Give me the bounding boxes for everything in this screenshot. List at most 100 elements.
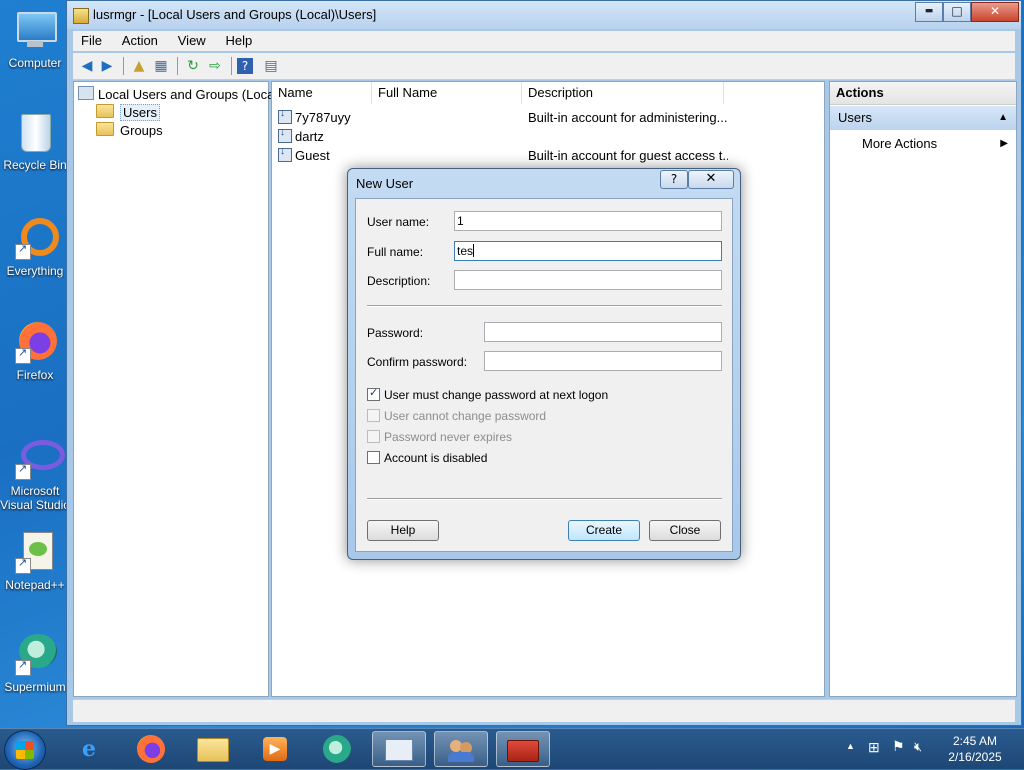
media-player-icon[interactable]: ▶: [248, 731, 302, 767]
description-field[interactable]: [454, 270, 722, 290]
password-field[interactable]: [484, 322, 722, 342]
file-explorer-icon[interactable]: [186, 731, 240, 767]
console-tree: Local Users and Groups (Local) Users Gro…: [73, 81, 282, 697]
tree-node-groups[interactable]: Groups: [96, 122, 163, 138]
supermium-icon[interactable]: [310, 731, 364, 767]
shortcut-arrow-icon: [15, 242, 31, 260]
control-panel-icon[interactable]: [372, 731, 426, 767]
checkbox-icon: [367, 409, 380, 422]
window-titlebar[interactable]: lusrmgr - [Local Users and Groups (Local…: [67, 1, 1021, 29]
desktop-icon-recycle-bin[interactable]: Recycle Bin: [0, 110, 70, 172]
text-caret: [473, 244, 475, 257]
desktop-icon-label: Everything: [6, 264, 64, 278]
clock-time: 2:45 AM: [952, 734, 998, 748]
desktop-icon-notepad-plus-plus[interactable]: Notepad++: [0, 530, 70, 592]
column-header-name[interactable]: Name: [272, 82, 372, 104]
window-title: lusrmgr - [Local Users and Groups (Local…: [93, 7, 377, 22]
tree-node-users[interactable]: Users: [96, 104, 160, 121]
actions-pane: Actions Users ▲ More Actions ▶: [829, 81, 1017, 697]
desktop-icon-everything[interactable]: Everything: [0, 216, 70, 278]
internet-explorer-icon[interactable]: e: [62, 731, 116, 767]
new-user-dialog: New User ? ✕ User name: 1 Full name: tes…: [347, 168, 741, 560]
user-icon: [278, 129, 292, 143]
menu-view[interactable]: View: [170, 31, 214, 48]
firefox-icon[interactable]: [124, 731, 178, 767]
refresh-icon[interactable]: ↻: [183, 56, 203, 76]
menu-help[interactable]: Help: [218, 31, 261, 48]
menu-action[interactable]: Action: [114, 31, 166, 48]
create-button[interactable]: Create: [568, 520, 640, 541]
everything-icon: [13, 216, 59, 260]
desktop-icon-visual-studio[interactable]: Microsoft Visual Studio: [0, 436, 70, 512]
desktop-icon-firefox[interactable]: Firefox: [0, 320, 70, 382]
start-button[interactable]: [4, 730, 46, 770]
table-row[interactable]: Guest Built-in account for guest access …: [272, 147, 824, 166]
table-row[interactable]: dartz: [272, 128, 824, 147]
separator: [367, 305, 722, 307]
dialog-close-button[interactable]: ✕: [688, 170, 734, 189]
collapse-icon[interactable]: ▲: [998, 106, 1008, 130]
confirm-password-field[interactable]: [484, 351, 722, 371]
separator: [367, 498, 722, 500]
show-hide-action-pane-icon[interactable]: ▤: [261, 56, 281, 76]
tree-node-label: Users: [120, 104, 160, 121]
action-center-flag-icon[interactable]: ⚑: [892, 738, 905, 755]
column-header-description[interactable]: Description: [522, 82, 724, 104]
toolbar-separator: [177, 57, 178, 75]
clock-date: 2/16/2025: [948, 750, 1002, 764]
back-arrow-icon[interactable]: ◀: [77, 56, 97, 76]
show-hidden-icons[interactable]: ▲: [846, 741, 855, 751]
account-disabled-checkbox[interactable]: Account is disabled: [367, 451, 487, 465]
desktop-icon-computer[interactable]: Computer: [0, 8, 70, 70]
shortcut-arrow-icon: [15, 556, 31, 574]
tree-node-root[interactable]: Local Users and Groups (Local): [78, 86, 282, 102]
dialog-help-button[interactable]: ?: [660, 170, 688, 189]
computer-management-icon: [78, 86, 94, 100]
actions-header: Actions: [830, 82, 1016, 105]
shortcut-arrow-icon: [15, 658, 31, 676]
minimize-button[interactable]: ▬: [915, 2, 943, 22]
column-header-full-name[interactable]: Full Name: [372, 82, 522, 104]
menu-bar: File Action View Help: [73, 31, 1015, 51]
supermium-icon: [13, 632, 57, 676]
table-row[interactable]: 7y787uyy Built-in account for administer…: [272, 109, 824, 128]
toolbar: ◀ ▶ ▲ ▦ ↻ ⇨ ? ▤: [73, 53, 1015, 80]
maximize-button[interactable]: □: [943, 2, 971, 22]
status-bar: [73, 699, 1015, 722]
checkbox-icon: [367, 430, 380, 443]
folder-icon: [96, 104, 114, 118]
desktop-icon-label: Notepad++: [5, 578, 65, 592]
user-name-field[interactable]: 1: [454, 211, 722, 231]
clock[interactable]: 2:45 AM 2/16/2025: [940, 733, 1010, 765]
close-button[interactable]: ✕: [971, 2, 1019, 22]
recycle-bin-icon: [13, 110, 57, 154]
password-label: Password:: [367, 326, 424, 340]
visual-studio-icon: [13, 436, 65, 480]
menu-file[interactable]: File: [73, 31, 110, 48]
full-name-field[interactable]: tes: [454, 241, 722, 261]
toolbox-icon[interactable]: [496, 731, 550, 767]
actions-section-users[interactable]: Users ▲: [830, 106, 1016, 130]
forward-arrow-icon[interactable]: ▶: [97, 56, 117, 76]
cannot-change-password-checkbox: User cannot change password: [367, 409, 546, 423]
export-list-icon[interactable]: ⇨: [205, 56, 225, 76]
desktop-icon-supermium[interactable]: Supermium: [0, 632, 70, 694]
desktop-icon-label: Microsoft Visual Studio: [0, 484, 70, 512]
help-button[interactable]: Help: [367, 520, 439, 541]
user-name-label: User name:: [367, 215, 430, 229]
desktop-icon-label: Supermium: [4, 680, 66, 694]
must-change-password-checkbox[interactable]: User must change password at next logon: [367, 386, 608, 402]
show-hide-console-tree-icon[interactable]: ▦: [151, 56, 171, 76]
firefox-icon: [13, 320, 57, 364]
network-icon[interactable]: ⊞: [868, 739, 880, 756]
up-folder-icon[interactable]: ▲: [129, 56, 149, 76]
more-actions-item[interactable]: More Actions ▶: [862, 134, 1016, 154]
computer-icon: [13, 8, 57, 52]
help-icon[interactable]: ?: [237, 58, 253, 74]
close-button[interactable]: Close: [649, 520, 721, 541]
dialog-title: New User: [356, 176, 414, 191]
volume-muted-icon[interactable]: 🔇︎: [914, 739, 922, 755]
users-icon[interactable]: [434, 731, 488, 767]
confirm-password-label: Confirm password:: [367, 355, 468, 369]
desktop-icon-label: Firefox: [16, 368, 54, 382]
